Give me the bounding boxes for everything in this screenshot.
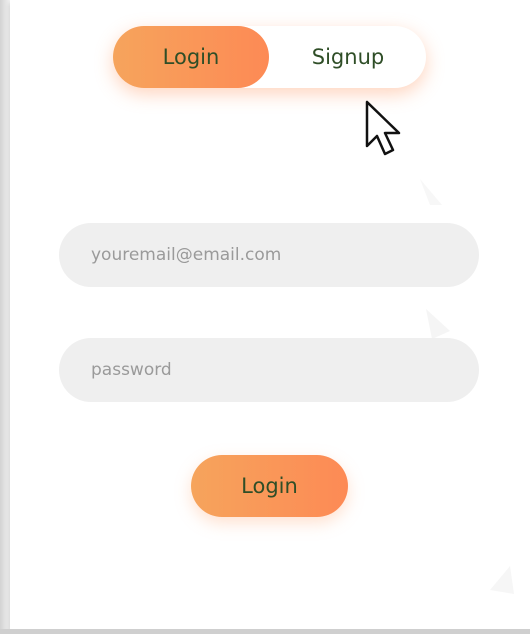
mouse-pointer-icon (365, 100, 401, 156)
faint-decoration-shape (420, 179, 442, 205)
signup-tab-label: Signup (311, 45, 385, 69)
password-input[interactable] (59, 338, 479, 402)
login-tab-label: Login (162, 45, 220, 69)
login-signup-toggle: Login Signup (113, 26, 426, 88)
card-bottom-shadow (0, 629, 530, 634)
login-submit-button[interactable]: Login (191, 455, 348, 517)
login-tab[interactable]: Login (113, 26, 269, 88)
page-background: Login Signup Login (0, 0, 530, 634)
faint-decoration-shape (490, 566, 514, 594)
signup-tab[interactable]: Signup (270, 26, 426, 88)
email-input[interactable] (59, 223, 479, 287)
